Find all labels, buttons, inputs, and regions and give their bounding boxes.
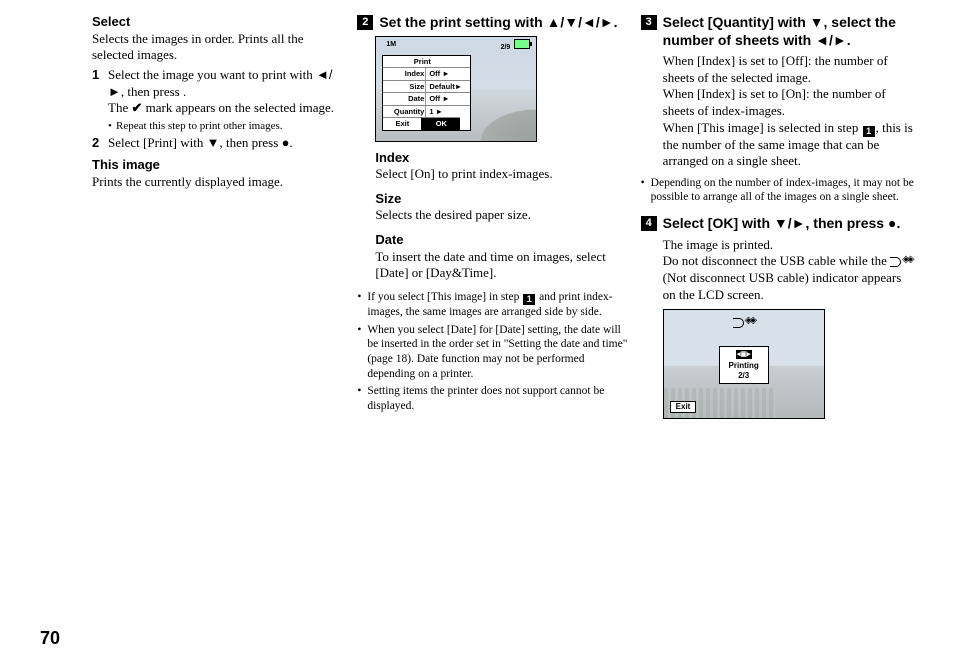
- lcd-row-date-value: Off ►: [425, 93, 470, 105]
- nav-arrows-icon: ▲/▼/◄/►: [547, 14, 614, 30]
- text: Select [Print] with: [108, 135, 207, 150]
- para-select-desc: Selects the images in order. Prints all …: [92, 31, 347, 64]
- text: When [This image] is selected in step: [663, 120, 862, 135]
- text: , then press: [806, 215, 888, 231]
- text: .: [614, 14, 618, 30]
- lcd-row-size-value: Default►: [425, 81, 470, 93]
- usb-cable-icon: [733, 316, 755, 328]
- battery-icon: [514, 39, 530, 49]
- step-3-heading: 3 Select [Quantity] with ▼, select the n…: [641, 14, 914, 49]
- lcd-counter: 2/9: [501, 44, 511, 51]
- column-3: 3 Select [Quantity] with ▼, select the n…: [659, 14, 914, 419]
- page-number: 70: [40, 628, 60, 649]
- lcd-print-menu-figure: 1M 2/9 Print IndexOff ► SizeDefault► Dat…: [375, 36, 537, 142]
- printer-icon: ◂▣▸: [736, 350, 752, 359]
- heading-size: Size: [375, 191, 630, 208]
- text: (Not disconnect USB cable) indicator app…: [663, 270, 902, 302]
- note: Depending on the number of index-images,…: [641, 176, 914, 205]
- text: If you select [This image] in step: [367, 291, 522, 303]
- text: The: [108, 100, 131, 115]
- step-2-heading: 2 Set the print setting with ▲/▼/◄/►.: [357, 14, 630, 32]
- para-this-image: Prints the currently displayed image.: [92, 174, 347, 191]
- note-list: If you select [This image] in step 1 and…: [357, 290, 630, 414]
- column-1: Select Selects the images in order. Prin…: [92, 14, 347, 419]
- step-ref-1-icon: 1: [863, 126, 875, 137]
- para-4b: Do not disconnect the USB cable while th…: [663, 253, 914, 303]
- text: , then press: [121, 84, 183, 99]
- column-2: 2 Set the print setting with ▲/▼/◄/►. 1M…: [375, 14, 630, 419]
- lcd-printing-count: 2/3: [738, 371, 749, 380]
- down-right-icon: ▼/►: [774, 215, 806, 231]
- para-3a: When [Index] is set to [Off]: the number…: [663, 53, 914, 86]
- lcd-exit-button: Exit: [670, 401, 697, 413]
- list-item-1: 1 Select the image you want to print wit…: [92, 67, 347, 133]
- para-3b: When [Index] is set to [On]: the number …: [663, 86, 914, 119]
- text: Select the image you want to print with: [108, 67, 316, 82]
- note-2: When you select [Date] for [Date] settin…: [357, 323, 630, 382]
- usb-cable-icon: [890, 255, 912, 267]
- text: .: [896, 215, 900, 231]
- text: .: [847, 32, 851, 48]
- heading-index: Index: [375, 150, 630, 167]
- lcd-row-index-label: Index: [383, 68, 425, 80]
- down-icon: ▼: [207, 135, 220, 150]
- text: mark appears on the selected image.: [142, 100, 334, 115]
- lcd-exit-button: Exit: [383, 117, 421, 130]
- heading-date: Date: [375, 232, 630, 249]
- text: Do not disconnect the USB cable while th…: [663, 253, 890, 268]
- lcd-row-index-value: Off ►: [425, 68, 470, 80]
- lcd-row-qty-label: Quantity: [383, 106, 425, 118]
- note-1: If you select [This image] in step 1 and…: [357, 290, 630, 320]
- sub-bullet: Repeat this step to print other images.: [108, 119, 347, 133]
- step-4-heading: 4 Select [OK] with ▼/►, then press ●.: [641, 215, 914, 233]
- para-3c: When [This image] is selected in step 1,…: [663, 120, 914, 170]
- step-ref-1-icon: 1: [523, 294, 535, 305]
- text: .: [183, 84, 186, 99]
- lcd-row-date-label: Date: [383, 93, 425, 105]
- text: Select [Quantity] with: [663, 14, 810, 30]
- lcd-ok-button: OK: [421, 117, 460, 130]
- check-icon: ✔: [131, 100, 142, 115]
- lcd-row-qty-value: 1 ►: [425, 106, 470, 118]
- para-4a: The image is printed.: [663, 237, 914, 254]
- heading-this-image: This image: [92, 157, 347, 174]
- lcd-size-label: 1M: [386, 41, 396, 50]
- lcd-menu: Print IndexOff ► SizeDefault► DateOff ► …: [382, 55, 471, 132]
- lcd-printing-figure: ◂▣▸ Printing 2/3 Exit: [663, 309, 825, 419]
- note-3: Setting items the printer does not suppo…: [357, 384, 630, 413]
- lcd-row-size-label: Size: [383, 81, 425, 93]
- list-item-2: 2 Select [Print] with ▼, then press ●.: [92, 135, 347, 152]
- lcd-printing-box: ◂▣▸ Printing 2/3: [719, 346, 769, 383]
- para-size: Selects the desired paper size.: [375, 207, 630, 224]
- note-list-3: Depending on the number of index-images,…: [641, 176, 914, 205]
- lcd-menu-title: Print: [383, 56, 461, 68]
- step-number-box: 3: [641, 15, 657, 30]
- heading-select: Select: [92, 14, 347, 31]
- lcd-printing-label: Printing: [729, 361, 759, 370]
- para-date: To insert the date and time on images, s…: [375, 249, 630, 282]
- left-right-icon: ◄/►: [815, 32, 847, 48]
- step-number-box: 4: [641, 216, 657, 231]
- text: .: [289, 135, 292, 150]
- para-index: Select [On] to print index-images.: [375, 166, 630, 183]
- text: Set the print setting with: [379, 14, 546, 30]
- text: Select [OK] with: [663, 215, 774, 231]
- down-icon: ▼: [810, 14, 824, 30]
- text: , then press: [219, 135, 281, 150]
- step-number-box: 2: [357, 15, 373, 30]
